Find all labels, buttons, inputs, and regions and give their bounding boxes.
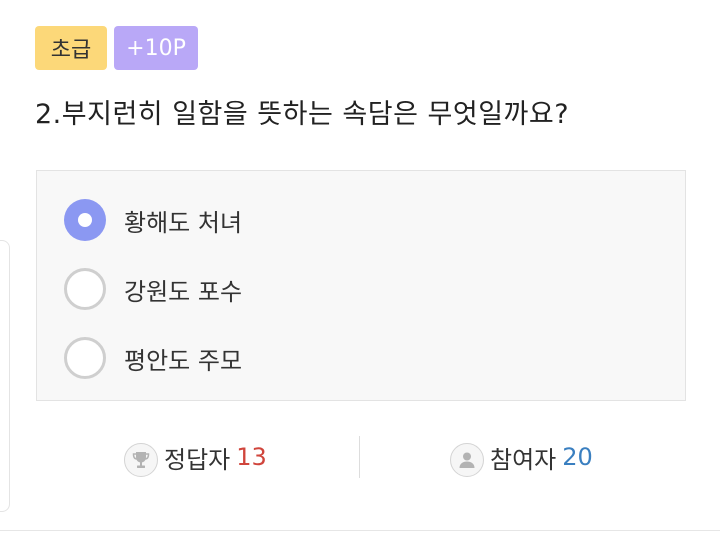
correct-answers-stat: 정답자 13 (124, 436, 267, 478)
participants-stat: 참여자 20 (450, 436, 593, 478)
correct-answers-label: 정답자 (164, 445, 231, 474)
answer-option-2[interactable]: 강원도 포수 (64, 267, 242, 311)
adjacent-card-edge (0, 240, 10, 512)
user-icon (450, 443, 484, 477)
stats-divider (359, 436, 360, 478)
quiz-question: 2.부지런히 일함을 뜻하는 속담은 무엇일까요? (35, 99, 570, 130)
answer-options: 황해도 처녀 강원도 포수 평안도 주모 (36, 170, 686, 401)
answer-option-label: 강원도 포수 (124, 277, 243, 306)
participants-count: 20 (562, 443, 593, 471)
trophy-icon (124, 443, 158, 477)
quiz-stats: 정답자 13 참여자 20 (36, 436, 686, 478)
answer-option-label: 황해도 처녀 (124, 208, 243, 237)
participants-label: 참여자 (490, 445, 557, 474)
radio-unselected-icon[interactable] (64, 268, 106, 310)
radio-unselected-icon[interactable] (64, 337, 106, 379)
radio-dot (78, 213, 92, 227)
correct-answers-count: 13 (236, 443, 267, 471)
level-badge: 초급 (35, 26, 107, 70)
answer-option-label: 평안도 주모 (124, 346, 243, 375)
bottom-divider (0, 530, 720, 531)
quiz-badges: 초급 +10P (35, 26, 198, 70)
answer-option-3[interactable]: 평안도 주모 (64, 336, 242, 380)
radio-selected-icon[interactable] (64, 199, 106, 241)
answer-option-1[interactable]: 황해도 처녀 (64, 198, 242, 242)
points-badge: +10P (114, 26, 198, 70)
